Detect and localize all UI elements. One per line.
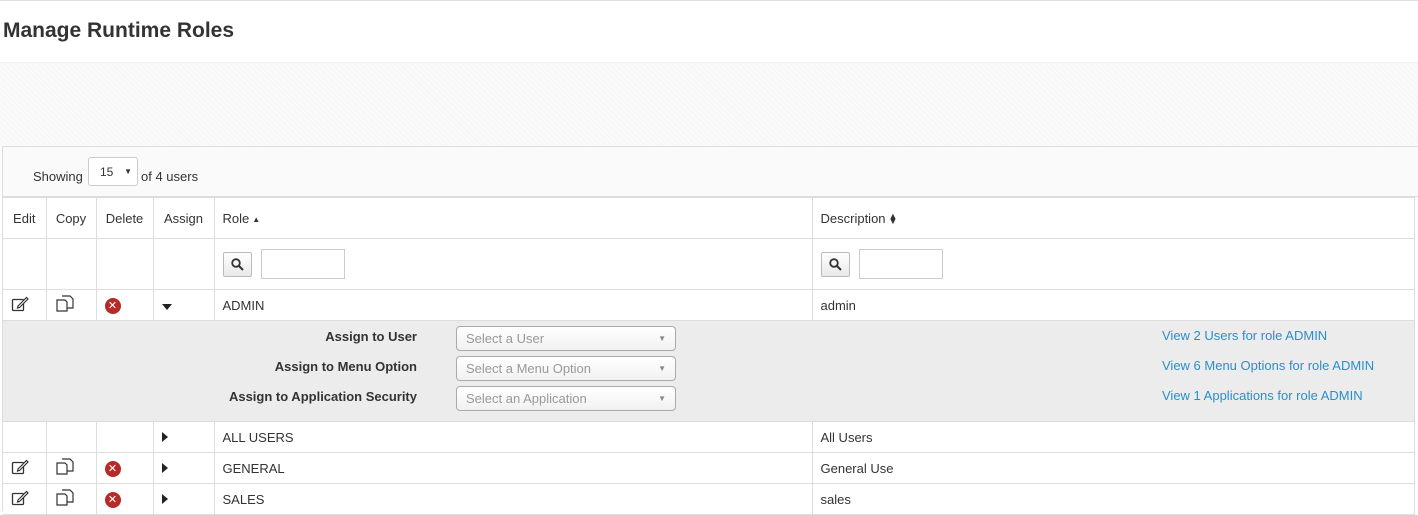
edit-cell[interactable] (3, 483, 47, 515)
showing-label: Showing (33, 169, 83, 184)
role-cell: GENERAL (213, 452, 813, 484)
roles-table: Edit Copy Delete Assign Role ▲ Descriptio… (3, 197, 1415, 515)
assign-cell[interactable] (152, 452, 215, 484)
table-row: ✕ GENERAL General Use (3, 452, 1415, 484)
caret-down-icon[interactable] (161, 303, 172, 310)
table-row: ✕ SALES sales (3, 483, 1415, 515)
select-menu-placeholder: Select a Menu Option (466, 361, 592, 376)
col-header-description[interactable]: Description ▲ ▼ (811, 197, 1415, 239)
page-size-select[interactable]: 15 ▼ (88, 157, 138, 186)
description-cell: General Use (811, 452, 1415, 484)
length-menu: Showing 15 ▼ of 4 users (3, 147, 1418, 197)
copy-icon[interactable] (55, 488, 75, 507)
search-icon (230, 257, 244, 271)
select-app-placeholder: Select an Application (466, 391, 587, 406)
select-user-placeholder: Select a User (466, 331, 545, 346)
description-filter-input[interactable] (858, 249, 943, 279)
top-divider (0, 0, 1418, 1)
header-band (0, 62, 1418, 146)
role-search-button[interactable] (222, 251, 252, 277)
edit-icon[interactable] (11, 296, 29, 312)
col-header-role[interactable]: Role ▲ (213, 197, 813, 239)
page-title: Manage Runtime Roles (3, 19, 235, 42)
chevron-down-icon: ▼ (658, 394, 666, 403)
sort-asc-icon: ▲ (252, 214, 261, 224)
edit-icon[interactable] (11, 490, 29, 506)
assign-cell[interactable] (152, 483, 215, 515)
table-row: ✕ ADMIN admin (3, 289, 1415, 321)
roles-panel: Showing 15 ▼ of 4 users Edit Copy Delete… (2, 146, 1418, 515)
caret-right-icon[interactable] (161, 462, 168, 473)
assign-app-label: Assign to Application Security (228, 389, 417, 404)
delete-icon[interactable]: ✕ (104, 491, 121, 508)
select-menu-option[interactable]: Select a Menu Option ▼ (456, 356, 676, 381)
assign-cell[interactable] (152, 289, 215, 321)
role-cell: ADMIN (213, 289, 813, 321)
description-header-label: Description (820, 210, 886, 226)
search-icon (828, 257, 842, 271)
chevron-down-icon: ▼ (124, 167, 132, 176)
col-header-copy: Copy (45, 197, 97, 239)
description-cell: All Users (811, 421, 1415, 453)
select-user[interactable]: Select a User ▼ (456, 326, 676, 351)
view-applications-link[interactable]: View 1 Applications for role ADMIN (1162, 388, 1363, 403)
chevron-down-icon: ▼ (658, 334, 666, 343)
edit-cell[interactable] (3, 289, 47, 321)
copy-cell[interactable] (45, 483, 97, 515)
col-header-delete: Delete (95, 197, 154, 239)
description-filter-cell (811, 238, 1415, 290)
edit-icon[interactable] (11, 459, 29, 475)
role-cell: SALES (213, 483, 813, 515)
caret-right-icon[interactable] (161, 431, 168, 442)
role-header-label: Role (222, 210, 250, 226)
select-application[interactable]: Select an Application ▼ (456, 386, 676, 411)
description-cell: admin (811, 289, 1415, 321)
edit-cell[interactable] (3, 452, 47, 484)
view-users-link[interactable]: View 2 Users for role ADMIN (1162, 328, 1327, 343)
caret-right-icon[interactable] (161, 493, 168, 504)
copy-cell[interactable] (45, 452, 97, 484)
copy-icon[interactable] (55, 294, 75, 313)
header-row: Edit Copy Delete Assign Role ▲ Descriptio… (3, 197, 1415, 239)
assign-menu-label: Assign to Menu Option (274, 359, 417, 374)
delete-cell[interactable]: ✕ (95, 483, 154, 515)
delete-icon[interactable]: ✕ (104, 297, 121, 314)
view-menu-options-link[interactable]: View 6 Menu Options for role ADMIN (1162, 358, 1374, 373)
table-row: ALL USERS All Users (3, 421, 1415, 453)
filter-row (3, 238, 1415, 290)
description-cell: sales (811, 483, 1415, 515)
assign-details-panel: Assign to User Assign to Menu Option Ass… (3, 321, 1414, 421)
record-count-label: of 4 users (141, 169, 199, 184)
delete-cell[interactable]: ✕ (95, 289, 154, 321)
sort-both-icon: ▲ ▼ (888, 211, 898, 227)
description-search-button[interactable] (820, 251, 850, 277)
assign-cell[interactable] (152, 421, 215, 453)
chevron-down-icon: ▼ (658, 364, 666, 373)
assign-user-label: Assign to User (325, 329, 417, 344)
delete-cell[interactable]: ✕ (95, 452, 154, 484)
delete-icon[interactable]: ✕ (104, 460, 121, 477)
copy-icon[interactable] (55, 457, 75, 476)
role-filter-input[interactable] (260, 249, 345, 279)
role-cell: ALL USERS (213, 421, 813, 453)
col-header-edit: Edit (3, 197, 47, 239)
assign-details-row: Assign to User Assign to Menu Option Ass… (3, 320, 1415, 422)
copy-cell[interactable] (45, 289, 97, 321)
role-filter-cell (213, 238, 813, 290)
col-header-assign: Assign (152, 197, 215, 239)
page-size-value: 15 (100, 165, 114, 179)
